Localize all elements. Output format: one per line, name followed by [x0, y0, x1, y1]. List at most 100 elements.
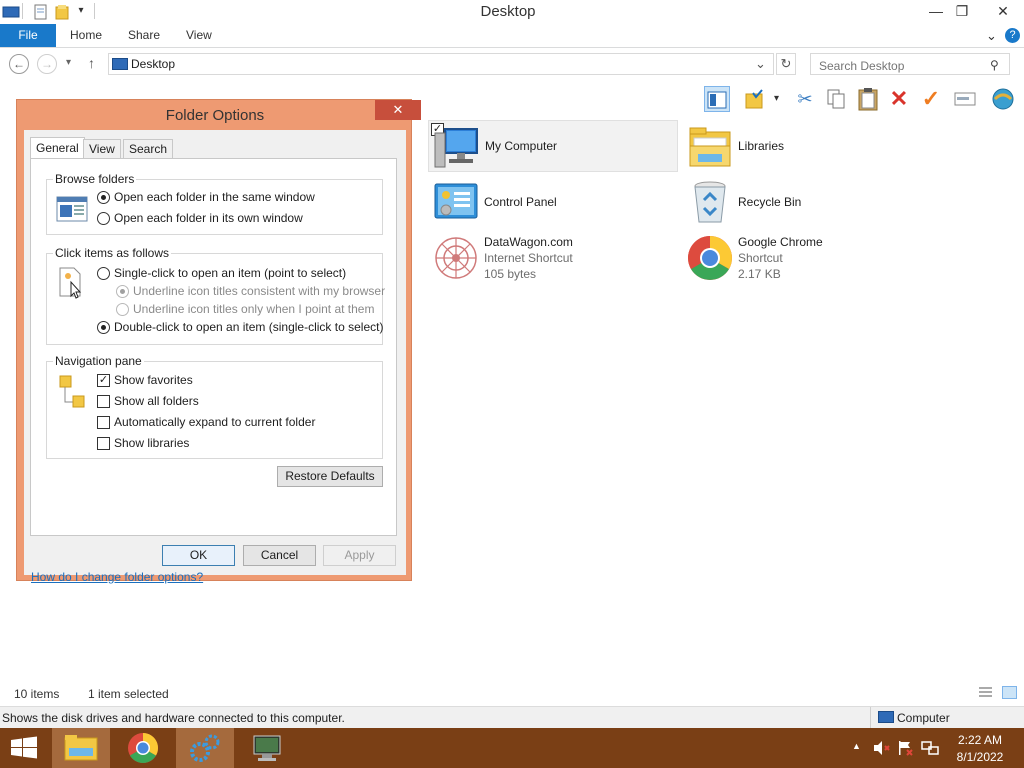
- address-dropdown-icon[interactable]: ⌄: [755, 56, 766, 72]
- start-button[interactable]: [0, 728, 48, 768]
- single-click-radio[interactable]: [97, 267, 110, 280]
- general-tab-panel: Browse folders Open each folder in the s…: [30, 158, 397, 536]
- up-button[interactable]: ↑: [88, 55, 95, 71]
- item-google-chrome[interactable]: Google Chrome Shortcut 2.17 KB: [682, 232, 932, 284]
- expand-ribbon-icon[interactable]: ⌄: [986, 24, 997, 47]
- show-favorites-checkbox[interactable]: ✓: [97, 374, 110, 387]
- taskbar: ▲ 2:22 AM 8/1/2022: [0, 728, 1024, 768]
- recycle-bin-icon: [694, 181, 726, 223]
- chrome-taskbar-icon: [128, 733, 159, 764]
- checkmark-icon[interactable]: ✓: [918, 86, 944, 112]
- show-all-folders-label: Show all folders: [114, 394, 199, 408]
- forward-button[interactable]: →: [37, 54, 57, 74]
- tab-search[interactable]: Search: [123, 139, 174, 159]
- navigation-pane-group: Navigation pane ✓ Show favorites Show al…: [46, 354, 383, 459]
- monitor-app-icon: [253, 735, 281, 761]
- delete-icon[interactable]: ✕: [886, 86, 912, 112]
- item-name: Google Chrome: [738, 235, 823, 249]
- tab-share[interactable]: Share: [128, 24, 160, 47]
- copy-icon[interactable]: [823, 86, 849, 112]
- item-name: Recycle Bin: [738, 195, 802, 209]
- folder-check-dropdown-icon[interactable]: ▾: [774, 93, 779, 104]
- desktop-location-icon: [112, 58, 128, 70]
- show-libraries-checkbox[interactable]: [97, 437, 110, 450]
- underline-browser-radio[interactable]: [116, 285, 129, 298]
- show-all-folders-checkbox[interactable]: [97, 395, 110, 408]
- item-size: 2.17 KB: [738, 267, 781, 281]
- item-name: My Computer: [485, 139, 558, 153]
- ok-button[interactable]: OK: [162, 545, 235, 566]
- taskbar-settings[interactable]: [176, 728, 234, 768]
- back-button[interactable]: ←: [9, 54, 29, 74]
- item-recycle-bin[interactable]: Recycle Bin: [682, 176, 932, 228]
- search-input[interactable]: [810, 53, 1010, 75]
- item-my-computer[interactable]: ✓ My Computer: [428, 120, 678, 172]
- preview-pane-icon[interactable]: [704, 86, 730, 112]
- single-click-label: Single-click to open an item (point to s…: [114, 266, 347, 280]
- network-icon[interactable]: [921, 740, 939, 756]
- item-libraries[interactable]: Libraries: [682, 120, 932, 172]
- tab-view-options[interactable]: View: [83, 139, 121, 159]
- dialog-close-button[interactable]: ✕: [375, 100, 421, 120]
- clock-time[interactable]: 2:22 AM: [946, 733, 1014, 747]
- globe-icon[interactable]: [990, 86, 1016, 112]
- close-button[interactable]: ✕: [985, 0, 1021, 22]
- large-icons-view-icon[interactable]: [1002, 686, 1017, 699]
- show-libraries-label: Show libraries: [114, 436, 190, 450]
- libraries-folder-icon: [689, 127, 731, 167]
- folder-options-help-link[interactable]: How do I change folder options?: [31, 570, 203, 584]
- hint-text: Shows the disk drives and hardware conne…: [2, 711, 345, 725]
- taskbar-file-explorer[interactable]: [52, 728, 110, 768]
- click-items-group: Click items as follows Single-click to o…: [46, 246, 385, 345]
- restore-defaults-button[interactable]: Restore Defaults: [277, 466, 383, 487]
- navigation-pane-icon: [59, 375, 85, 408]
- own-window-label: Open each folder in its own window: [114, 211, 303, 225]
- selection-count: 1 item selected: [88, 687, 169, 701]
- same-window-radio[interactable]: [97, 191, 110, 204]
- apply-button[interactable]: Apply: [323, 545, 396, 566]
- action-center-flag-icon[interactable]: [897, 740, 915, 756]
- tab-home[interactable]: Home: [70, 24, 102, 47]
- address-bar[interactable]: Desktop ⌄: [108, 53, 774, 75]
- item-name: Libraries: [738, 139, 785, 153]
- title-bar: ▾ Desktop — ❐ ✕: [0, 0, 1024, 24]
- item-name: Control Panel: [484, 195, 557, 209]
- underline-point-radio[interactable]: [116, 303, 129, 316]
- item-datawagon[interactable]: DataWagon.com Internet Shortcut 105 byte…: [428, 232, 678, 284]
- click-items-legend: Click items as follows: [53, 246, 172, 260]
- refresh-button[interactable]: ↻: [776, 53, 796, 75]
- computer-icon: [434, 128, 478, 168]
- show-hidden-icons-button[interactable]: ▲: [852, 741, 861, 751]
- folder-check-icon[interactable]: [742, 86, 768, 112]
- help-icon[interactable]: ?: [1005, 28, 1020, 43]
- search-icon[interactable]: ⚲: [990, 58, 999, 72]
- control-panel-icon: [434, 183, 478, 219]
- details-view-icon[interactable]: [978, 686, 993, 699]
- volume-muted-icon[interactable]: [872, 740, 892, 756]
- recent-locations-icon[interactable]: ▾: [66, 57, 71, 68]
- taskbar-chrome[interactable]: [114, 728, 172, 768]
- auto-expand-checkbox[interactable]: [97, 416, 110, 429]
- rename-icon[interactable]: [952, 86, 978, 112]
- computer-zone-icon: [878, 711, 894, 723]
- item-control-panel[interactable]: Control Panel: [428, 176, 678, 228]
- paste-icon[interactable]: [855, 86, 881, 112]
- cancel-button[interactable]: Cancel: [243, 545, 316, 566]
- file-tab[interactable]: File: [0, 24, 56, 47]
- tab-view[interactable]: View: [186, 24, 212, 47]
- taskbar-app-monitor[interactable]: [238, 728, 296, 768]
- navigation-pane-legend: Navigation pane: [53, 354, 144, 368]
- chrome-icon: [688, 236, 732, 280]
- restore-button[interactable]: ❐: [947, 0, 977, 22]
- cut-icon[interactable]: ✂: [792, 86, 818, 112]
- zone-label: Computer: [897, 711, 950, 725]
- file-explorer-icon: [64, 735, 98, 761]
- browse-folders-icon: [56, 196, 88, 222]
- ribbon-tabs: File Home Share View ⌄ ?: [0, 24, 1024, 48]
- datawagon-icon: [435, 237, 477, 279]
- own-window-radio[interactable]: [97, 212, 110, 225]
- double-click-radio[interactable]: [97, 321, 110, 334]
- double-click-label: Double-click to open an item (single-cli…: [114, 320, 384, 334]
- clock-date[interactable]: 8/1/2022: [946, 750, 1014, 764]
- tab-general[interactable]: General: [30, 137, 85, 159]
